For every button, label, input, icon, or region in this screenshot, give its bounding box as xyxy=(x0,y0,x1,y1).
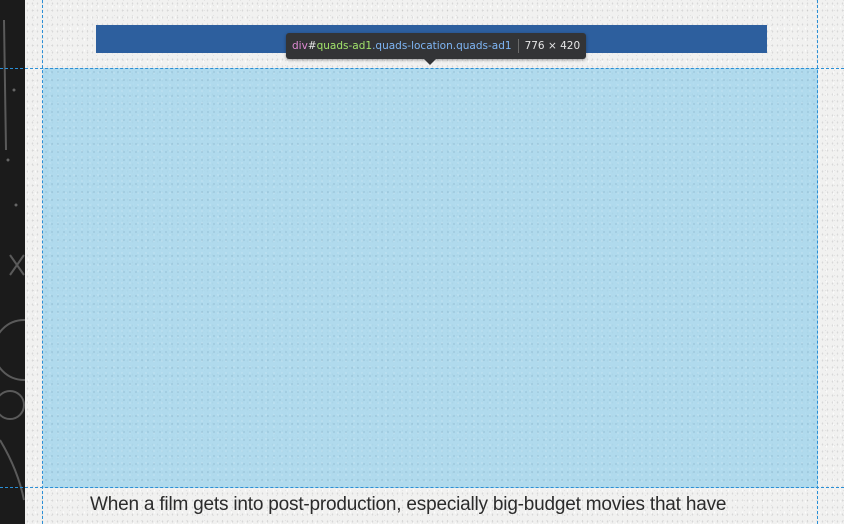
tooltip-divider xyxy=(517,39,519,53)
inspector-guide-bottom xyxy=(0,487,844,488)
decorative-side-strip xyxy=(0,0,25,524)
tooltip-tag: div xyxy=(292,40,308,52)
tooltip-classes: .quads-location.quads-ad1 xyxy=(372,40,512,52)
inspector-guide-left xyxy=(42,0,43,524)
tooltip-arrow-icon xyxy=(424,59,436,65)
sketch-decoration-icon xyxy=(0,19,25,501)
inspector-guide-right xyxy=(817,0,818,524)
inspector-tooltip: div # quads-ad1 .quads-location.quads-ad1 7… xyxy=(286,33,587,59)
inspector-guide-top xyxy=(0,68,844,69)
ad-container-highlight[interactable] xyxy=(43,68,818,488)
article-paragraph: When a film gets into post-production, e… xyxy=(90,494,727,515)
tooltip-dimensions: 776 × 420 xyxy=(524,40,581,52)
tooltip-id-prefix: # xyxy=(307,40,317,52)
tooltip-id: quads-ad1 xyxy=(316,40,373,52)
